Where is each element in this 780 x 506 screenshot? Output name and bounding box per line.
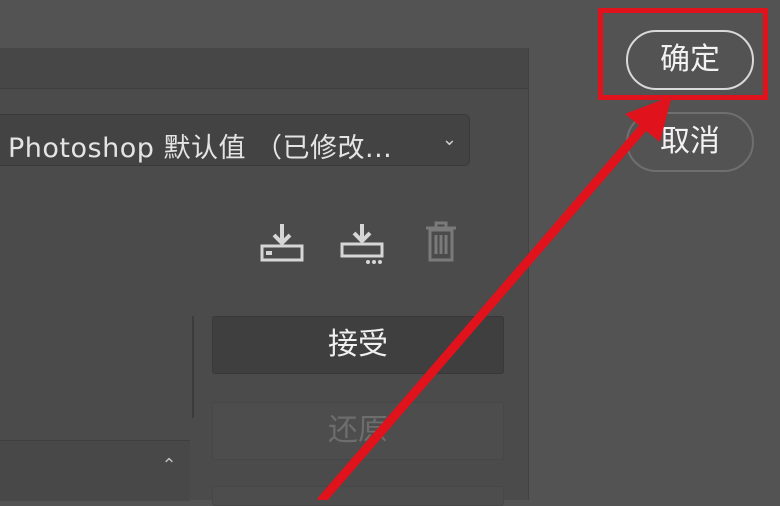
chevron-down-icon: ⌄ [441, 129, 457, 150]
partial-button[interactable] [212, 486, 504, 506]
cancel-button[interactable]: 取消 [626, 112, 754, 172]
accept-button[interactable]: 接受 [212, 316, 504, 374]
delete-trash-icon[interactable] [418, 218, 466, 266]
panel-header [0, 48, 528, 89]
export-preset-icon[interactable] [338, 218, 386, 266]
scroll-up-icon[interactable]: ⌃ [154, 444, 184, 488]
preset-select[interactable]: Photoshop 默认值 （已修改... ⌄ [0, 114, 470, 166]
restore-button[interactable]: 还原 [212, 402, 504, 460]
preview-area [0, 316, 194, 418]
preset-select-value: Photoshop 默认值 （已修改... [8, 133, 393, 164]
ok-button[interactable]: 确定 [626, 30, 754, 90]
save-preset-icon[interactable] [258, 218, 306, 266]
